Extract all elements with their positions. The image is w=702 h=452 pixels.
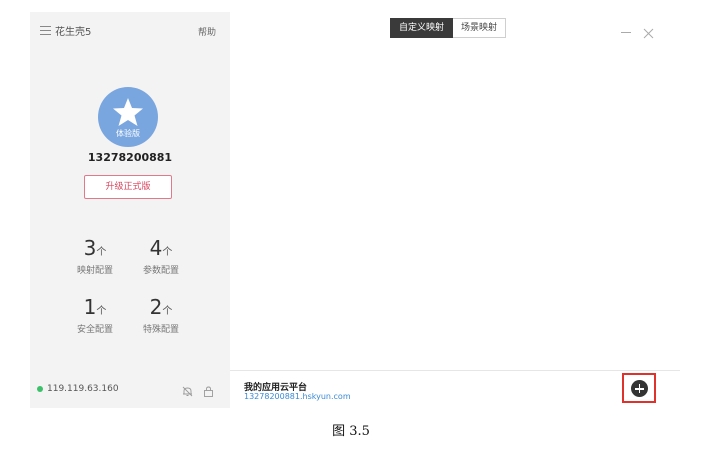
stat-params[interactable]: 4个 参数配置 xyxy=(126,237,196,276)
stat-label: 参数配置 xyxy=(142,266,179,276)
mapping-tabs: 自定义映射 场景映射 xyxy=(390,18,507,38)
stat-security[interactable]: 1个 安全配置 xyxy=(60,296,130,335)
tab-scene-mapping[interactable]: 场景映射 xyxy=(453,18,507,38)
stat-label: 特殊配置 xyxy=(142,325,179,335)
stat-label: 映射配置 xyxy=(76,266,113,276)
add-mapping-button[interactable] xyxy=(631,380,648,397)
hamburger-icon xyxy=(40,26,51,35)
stat-unit: 个 xyxy=(96,247,107,258)
sidebar-tools xyxy=(182,382,214,397)
tab-custom-mapping[interactable]: 自定义映射 xyxy=(390,18,454,38)
stat-value: 1 xyxy=(83,295,97,319)
stat-label: 安全配置 xyxy=(76,325,113,335)
account-number: 13278200881 xyxy=(87,151,173,164)
stat-special[interactable]: 2个 特殊配置 xyxy=(126,296,196,335)
app-name: 花生壳5 xyxy=(55,27,92,38)
stat-value: 3 xyxy=(83,236,97,260)
figure-caption: 图 3.5 xyxy=(332,424,370,439)
help-link[interactable]: 帮助 xyxy=(198,25,216,38)
online-dot-icon xyxy=(37,386,43,392)
close-icon[interactable] xyxy=(643,24,654,43)
connection-status: 119.119.63.160 xyxy=(37,384,119,394)
upgrade-button[interactable]: 升级正式版 xyxy=(84,175,172,199)
stat-value: 4 xyxy=(149,236,163,260)
platform-link[interactable]: 13278200881.hskyun.com xyxy=(244,392,351,401)
avatar: 体验版 xyxy=(98,87,158,147)
star-icon xyxy=(113,98,143,126)
stat-mapping[interactable]: 3个 映射配置 xyxy=(60,237,130,276)
lock-icon[interactable] xyxy=(203,382,214,397)
platform-bar: 我的应用云平台 13278200881.hskyun.com xyxy=(230,370,680,408)
stat-unit: 个 xyxy=(96,306,107,317)
stat-unit: 个 xyxy=(162,247,173,258)
notification-icon[interactable] xyxy=(182,382,193,397)
sidebar: 花生壳5 帮助 体验版 13278200881 升级正式版 3个 映射配置 4个… xyxy=(30,12,230,408)
edition-badge: 体验版 xyxy=(116,129,140,138)
minimize-icon[interactable] xyxy=(621,32,631,33)
app-window: 花生壳5 帮助 体验版 13278200881 升级正式版 3个 映射配置 4个… xyxy=(30,12,680,408)
ip-address: 119.119.63.160 xyxy=(47,384,119,394)
stat-value: 2 xyxy=(149,295,163,319)
stat-unit: 个 xyxy=(162,306,173,317)
app-menu[interactable]: 花生壳5 xyxy=(40,23,91,38)
